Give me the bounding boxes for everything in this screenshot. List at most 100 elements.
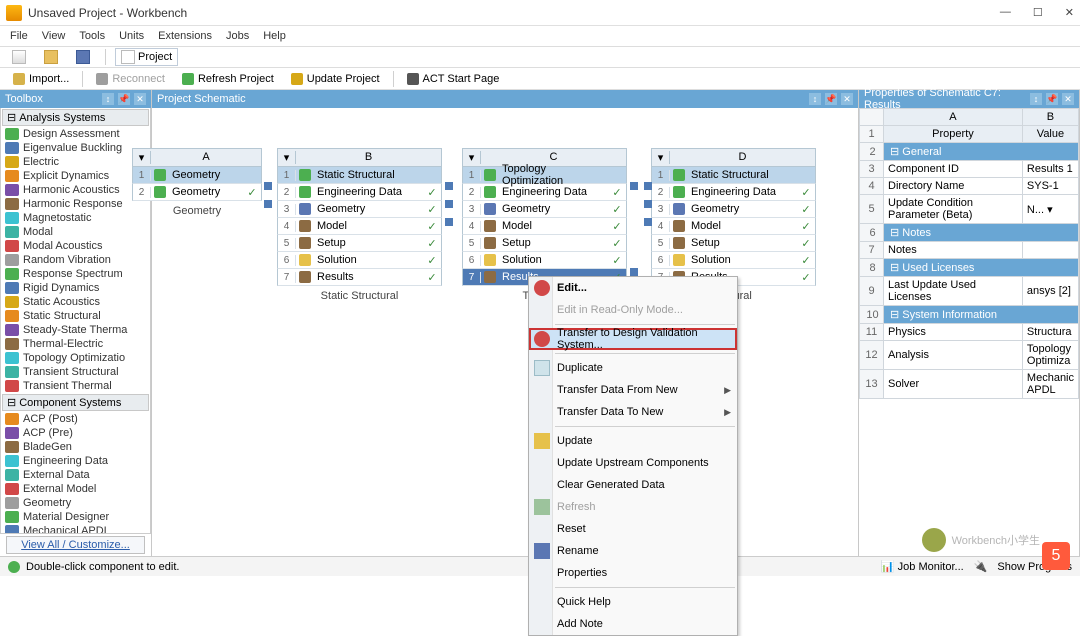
chevron-down-icon[interactable]: ▾ xyxy=(463,151,481,164)
system-cell[interactable]: 2Engineering Data✓ xyxy=(651,184,816,201)
system-cell[interactable]: 5Setup✓ xyxy=(277,235,442,252)
toolbox-item[interactable]: Electric xyxy=(1,155,150,169)
ctx-transfer-design-validation[interactable]: Transfer to Design Validation System... xyxy=(529,328,737,350)
ctx-quick-help[interactable]: Quick Help xyxy=(529,591,737,613)
toolbox-item[interactable]: Material Designer xyxy=(1,510,150,524)
close-button[interactable]: ✕ xyxy=(1065,6,1074,19)
system-title-row[interactable]: 1Topology Optimization xyxy=(462,167,627,184)
chevron-down-icon[interactable]: ▾ xyxy=(652,151,670,164)
refresh-project-button[interactable]: Refresh Project xyxy=(175,71,281,87)
system-cell[interactable]: 4Model✓ xyxy=(462,218,627,235)
toolbox-item[interactable]: External Model xyxy=(1,482,150,496)
ctx-add-note[interactable]: Add Note xyxy=(529,613,737,635)
system-cell[interactable]: 5Setup✓ xyxy=(462,235,627,252)
ctx-edit[interactable]: Edit... xyxy=(529,277,737,299)
system-header[interactable]: ▾A xyxy=(132,148,262,167)
toolbox-item[interactable]: Design Assessment xyxy=(1,127,150,141)
toolbox-item[interactable]: Response Spectrum xyxy=(1,267,150,281)
act-start-page-button[interactable]: ACT Start Page xyxy=(400,71,507,87)
dps-toggle[interactable]: 🔌 xyxy=(974,560,988,573)
toolbox-item[interactable]: Topology Optimizatio xyxy=(1,351,150,365)
toolbox-item[interactable]: Modal xyxy=(1,225,150,239)
toolbox-item[interactable]: ACP (Post) xyxy=(1,412,150,426)
schematic-system[interactable]: ▾A1Geometry2Geometry✓Geometry xyxy=(132,148,262,221)
ctx-duplicate[interactable]: Duplicate xyxy=(529,357,737,379)
new-button[interactable] xyxy=(6,48,32,66)
system-cell[interactable]: 3Geometry✓ xyxy=(462,201,627,218)
toolbox-pin-icon[interactable]: ↕ xyxy=(102,93,114,105)
ctx-update-upstream[interactable]: Update Upstream Components xyxy=(529,452,737,474)
system-cell[interactable]: 2Geometry✓ xyxy=(132,184,262,201)
toolbox-item[interactable]: Rigid Dynamics xyxy=(1,281,150,295)
system-cell[interactable]: 5Setup✓ xyxy=(651,235,816,252)
system-title-row[interactable]: 1Static Structural xyxy=(277,167,442,184)
system-cell[interactable]: 4Model✓ xyxy=(651,218,816,235)
system-cell[interactable]: 7Results✓ xyxy=(277,269,442,286)
toolbox-item[interactable]: ACP (Pre) xyxy=(1,426,150,440)
menu-tools[interactable]: Tools xyxy=(79,30,105,42)
menu-jobs[interactable]: Jobs xyxy=(226,30,249,42)
system-cell[interactable]: 6Solution✓ xyxy=(651,252,816,269)
ctx-rename[interactable]: Rename xyxy=(529,540,737,562)
system-cell[interactable]: 6Solution✓ xyxy=(462,252,627,269)
toolbox-item[interactable]: Harmonic Acoustics xyxy=(1,183,150,197)
toolbox-item[interactable]: BladeGen xyxy=(1,440,150,454)
analysis-systems-category[interactable]: ⊟ Analysis Systems xyxy=(2,109,149,126)
chevron-down-icon[interactable]: ▾ xyxy=(278,151,296,164)
toolbox-item[interactable]: Harmonic Response xyxy=(1,197,150,211)
system-cell[interactable]: 2Engineering Data✓ xyxy=(277,184,442,201)
open-button[interactable] xyxy=(38,48,64,66)
ctx-transfer-from-new[interactable]: Transfer Data From New▶ xyxy=(529,379,737,401)
ctx-transfer-to-new[interactable]: Transfer Data To New▶ xyxy=(529,401,737,423)
toolbox-item[interactable]: Random Vibration xyxy=(1,253,150,267)
minimize-button[interactable]: — xyxy=(1000,6,1011,19)
maximize-button[interactable]: ☐ xyxy=(1033,6,1043,19)
view-all-customize-link[interactable]: View All / Customize... xyxy=(6,536,145,554)
toolbox-item[interactable]: Eigenvalue Buckling xyxy=(1,141,150,155)
job-monitor-button[interactable]: 📊 Job Monitor... xyxy=(881,560,964,573)
menu-view[interactable]: View xyxy=(42,30,66,42)
schematic-pin2-icon[interactable]: 📌 xyxy=(825,93,837,105)
toolbox-item[interactable]: Geometry xyxy=(1,496,150,510)
system-cell[interactable]: 3Geometry✓ xyxy=(651,201,816,218)
update-project-button[interactable]: Update Project xyxy=(284,71,387,87)
toolbox-item[interactable]: Steady-State Therma xyxy=(1,323,150,337)
chevron-down-icon[interactable]: ▾ xyxy=(133,151,151,164)
toolbox-item[interactable]: Explicit Dynamics xyxy=(1,169,150,183)
ctx-clear-generated[interactable]: Clear Generated Data xyxy=(529,474,737,496)
schematic-pin-icon[interactable]: ↕ xyxy=(809,93,821,105)
props-close-icon[interactable]: ✕ xyxy=(1062,93,1074,105)
menu-file[interactable]: File xyxy=(10,30,28,42)
menu-extensions[interactable]: Extensions xyxy=(158,30,212,42)
system-cell[interactable]: 6Solution✓ xyxy=(277,252,442,269)
toolbox-item[interactable]: External Data xyxy=(1,468,150,482)
system-title-row[interactable]: 1Geometry xyxy=(132,167,262,184)
system-title-row[interactable]: 1Static Structural xyxy=(651,167,816,184)
reconnect-button[interactable]: Reconnect xyxy=(89,71,172,87)
toolbox-item[interactable]: Transient Thermal xyxy=(1,379,150,393)
save-button[interactable] xyxy=(70,48,96,66)
props-pin-icon[interactable]: ↕ xyxy=(1030,93,1042,105)
prop-notes-value[interactable] xyxy=(1022,242,1078,259)
ctx-properties[interactable]: Properties xyxy=(529,562,737,584)
system-header[interactable]: ▾B xyxy=(277,148,442,167)
toolbox-item[interactable]: Static Acoustics xyxy=(1,295,150,309)
system-header[interactable]: ▾D xyxy=(651,148,816,167)
system-cell[interactable]: 3Geometry✓ xyxy=(277,201,442,218)
toolbox-item[interactable]: Engineering Data xyxy=(1,454,150,468)
component-systems-category[interactable]: ⊟ Component Systems xyxy=(2,394,149,411)
toolbox-item[interactable]: Thermal-Electric xyxy=(1,337,150,351)
ctx-reset[interactable]: Reset xyxy=(529,518,737,540)
menu-units[interactable]: Units xyxy=(119,30,144,42)
schematic-close-icon[interactable]: ✕ xyxy=(841,93,853,105)
system-cell[interactable]: 2Engineering Data✓ xyxy=(462,184,627,201)
toolbox-item[interactable]: Transient Structural xyxy=(1,365,150,379)
toolbox-close-icon[interactable]: ✕ xyxy=(134,93,146,105)
toolbox-pin2-icon[interactable]: 📌 xyxy=(118,93,130,105)
props-pin2-icon[interactable]: 📌 xyxy=(1046,93,1058,105)
menu-help[interactable]: Help xyxy=(263,30,286,42)
toolbox-item[interactable]: Mechanical APDL xyxy=(1,524,150,534)
project-tab[interactable]: Project xyxy=(115,48,178,66)
prop-update-cond-value[interactable]: N... ▾ xyxy=(1022,195,1078,224)
system-cell[interactable]: 4Model✓ xyxy=(277,218,442,235)
